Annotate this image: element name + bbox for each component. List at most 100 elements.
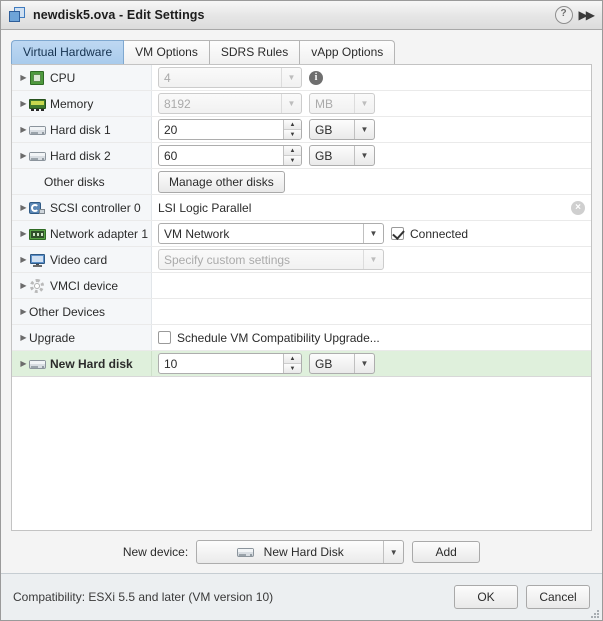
new-hard-disk-size-value: 10 <box>164 356 178 371</box>
help-icon[interactable]: ? <box>554 6 573 24</box>
expand-triangle-icon[interactable]: ▶ <box>18 73 29 82</box>
hard-disk-icon <box>29 357 46 371</box>
hard-disk-2-unit-dropdown[interactable]: GB ▼ <box>309 145 375 166</box>
schedule-upgrade-checkbox[interactable]: Schedule VM Compatibility Upgrade... <box>158 331 380 345</box>
expand-triangle-icon[interactable]: ▶ <box>18 203 29 212</box>
table-row: ▶ VMCI device <box>12 273 591 299</box>
hard-disk-2-unit-value: GB <box>315 148 333 163</box>
table-row: ▶ Video card Specify custom settings ▼ <box>12 247 591 273</box>
row-name: New Hard disk <box>50 356 133 371</box>
manage-other-disks-button[interactable]: Manage other disks <box>158 170 285 193</box>
tab-vm-options[interactable]: VM Options <box>123 40 210 64</box>
row-label-video-card[interactable]: ▶ Video card <box>12 247 152 272</box>
scsi-controller-icon <box>29 201 46 215</box>
new-device-bar: New device: New Hard Disk ▼ Add <box>1 531 602 573</box>
expand-triangle-icon[interactable]: ▶ <box>18 151 29 160</box>
info-icon[interactable]: i <box>309 70 323 85</box>
stepper-up-icon[interactable]: ▲ <box>284 146 301 156</box>
cpu-count-value: 4 <box>164 70 171 85</box>
row-label-other-devices[interactable]: ▶ Other Devices <box>12 299 152 324</box>
stepper-down-icon[interactable]: ▼ <box>284 130 301 139</box>
tab-vapp-options[interactable]: vApp Options <box>299 40 396 64</box>
stepper-buttons[interactable]: ▲ ▼ <box>283 146 301 165</box>
expand-triangle-icon[interactable]: ▶ <box>18 359 29 368</box>
dialog-title: newdisk5.ova - Edit Settings <box>33 8 205 22</box>
resize-grip[interactable] <box>589 608 599 618</box>
hard-disk-1-size-stepper[interactable]: 20 ▲ ▼ <box>158 119 302 140</box>
cancel-button[interactable]: Cancel <box>526 585 590 609</box>
ok-button[interactable]: OK <box>454 585 518 609</box>
row-field-hard-disk-1: 20 ▲ ▼ GB ▼ <box>152 117 591 142</box>
new-device-dropdown[interactable]: New Hard Disk ▼ <box>196 540 405 564</box>
row-name: Other Devices <box>29 304 106 319</box>
expand-triangle-icon[interactable]: ▶ <box>18 255 29 264</box>
new-hard-disk-unit-dropdown[interactable]: GB ▼ <box>309 353 375 374</box>
title-actions: ? ▶▶ <box>554 6 596 24</box>
chevron-down-icon: ▼ <box>354 354 374 373</box>
stepper-down-icon[interactable]: ▼ <box>284 156 301 165</box>
expand-chevrons-icon[interactable]: ▶▶ <box>579 9 596 21</box>
tab-sdrs-rules[interactable]: SDRS Rules <box>208 40 301 64</box>
row-field-hard-disk-2: 60 ▲ ▼ GB ▼ <box>152 143 591 168</box>
video-card-value: Specify custom settings <box>164 252 291 267</box>
hard-disk-icon <box>29 123 46 137</box>
row-label-other-disks: ▶ Other disks <box>12 169 152 194</box>
hard-disk-1-unit-dropdown[interactable]: GB ▼ <box>309 119 375 140</box>
row-name: VMCI device <box>50 278 119 293</box>
row-name: Hard disk 1 <box>50 122 111 137</box>
network-adapter-dropdown[interactable]: VM Network ▼ <box>158 223 384 244</box>
row-label-new-hard-disk[interactable]: ▶ New Hard disk <box>12 351 152 376</box>
add-device-button[interactable]: Add <box>412 541 481 563</box>
hard-disk-icon <box>236 545 254 559</box>
memory-unit-dropdown[interactable]: MB ▼ <box>309 93 375 114</box>
stepper-down-icon[interactable]: ▼ <box>284 364 301 373</box>
checkbox-box[interactable] <box>391 227 404 240</box>
row-name: Network adapter 1 <box>50 226 149 241</box>
table-row: ▶ New Hard disk 10 ▲ ▼ GB ▼ <box>12 351 591 377</box>
schedule-upgrade-label: Schedule VM Compatibility Upgrade... <box>177 330 380 345</box>
cpu-icon <box>29 70 46 85</box>
expand-triangle-icon[interactable]: ▶ <box>18 333 29 342</box>
row-label-vmci-device[interactable]: ▶ VMCI device <box>12 273 152 298</box>
chevron-down-icon: ▼ <box>281 94 301 113</box>
expand-triangle-icon[interactable]: ▶ <box>18 99 29 108</box>
row-name: SCSI controller 0 <box>50 200 141 215</box>
new-device-value: New Hard Disk <box>197 541 383 563</box>
video-card-settings-dropdown[interactable]: Specify custom settings ▼ <box>158 249 384 270</box>
new-device-selected-label: New Hard Disk <box>263 545 344 559</box>
compatibility-text: Compatibility: ESXi 5.5 and later (VM ve… <box>13 590 274 604</box>
row-label-cpu[interactable]: ▶ CPU <box>12 65 152 90</box>
connected-checkbox[interactable]: Connected <box>391 227 468 241</box>
row-field-network-adapter-1: VM Network ▼ Connected <box>152 221 591 246</box>
expand-triangle-icon[interactable]: ▶ <box>18 229 29 238</box>
chevron-down-icon: ▼ <box>363 250 383 269</box>
row-label-upgrade[interactable]: ▶ Upgrade <box>12 325 152 350</box>
row-label-hard-disk-1[interactable]: ▶ Hard disk 1 <box>12 117 152 142</box>
hard-disk-2-size-value: 60 <box>164 148 178 163</box>
stepper-up-icon[interactable]: ▲ <box>284 120 301 130</box>
stepper-buttons[interactable]: ▲ ▼ <box>283 120 301 139</box>
expand-triangle-icon[interactable]: ▶ <box>18 125 29 134</box>
new-hard-disk-size-stepper[interactable]: 10 ▲ ▼ <box>158 353 302 374</box>
row-label-network-adapter-1[interactable]: ▶ Network adapter 1 <box>12 221 152 246</box>
new-device-label: New device: <box>122 545 189 559</box>
row-field-cpu: 4 ▼ i <box>152 65 591 90</box>
row-name: Hard disk 2 <box>50 148 111 163</box>
stepper-up-icon[interactable]: ▲ <box>284 354 301 364</box>
checkbox-box[interactable] <box>158 331 171 344</box>
row-label-memory[interactable]: ▶ Memory <box>12 91 152 116</box>
row-label-scsi-controller-0[interactable]: ▶ SCSI controller 0 <box>12 195 152 220</box>
expand-triangle-icon[interactable]: ▶ <box>18 281 29 290</box>
cpu-count-dropdown[interactable]: 4 ▼ <box>158 67 302 88</box>
tab-virtual-hardware[interactable]: Virtual Hardware <box>11 40 125 64</box>
title-bar: newdisk5.ova - Edit Settings ? ▶▶ <box>1 1 602 30</box>
remove-device-icon[interactable]: × <box>571 200 585 215</box>
table-row: ▶ Upgrade Schedule VM Compatibility Upgr… <box>12 325 591 351</box>
expand-triangle-icon[interactable]: ▶ <box>18 307 29 316</box>
row-field-scsi-controller-0: LSI Logic Parallel × <box>152 195 591 220</box>
hard-disk-2-size-stepper[interactable]: 60 ▲ ▼ <box>158 145 302 166</box>
row-label-hard-disk-2[interactable]: ▶ Hard disk 2 <box>12 143 152 168</box>
stepper-buttons[interactable]: ▲ ▼ <box>283 354 301 373</box>
footer-actions: OK Cancel <box>454 585 590 609</box>
memory-size-dropdown[interactable]: 8192 ▼ <box>158 93 302 114</box>
